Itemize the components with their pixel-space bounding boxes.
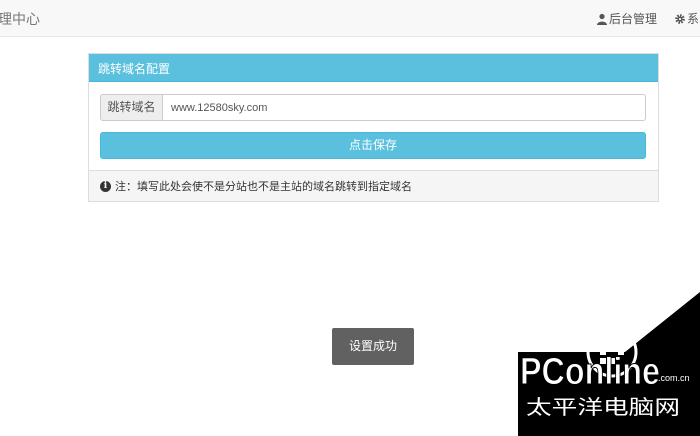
gear-icon — [675, 13, 685, 24]
watermark-chinese-text: 太平洋电脑网 — [526, 395, 680, 419]
footer-note: 注：填写此处会使不是分站也不是主站的域名跳转到指定域名 — [115, 180, 412, 193]
nav-admin-link[interactable]: 后台管理 — [596, 10, 657, 27]
watermark-logo-text: PConline — [520, 351, 660, 393]
nav-system-label: 系 — [687, 12, 700, 26]
user-icon — [597, 13, 607, 25]
panel-footer: i 注：填写此处会使不是分站也不是主站的域名跳转到指定域名 — [89, 170, 658, 201]
watermark-logo-icon — [586, 326, 638, 378]
brand-title[interactable]: 理中心 — [0, 9, 40, 29]
domain-input-group: 跳转域名 — [100, 94, 646, 121]
nav-admin-label: 后台管理 — [609, 12, 658, 26]
page-root: 理中心 后台管理 系 跳转域名配置 跳转域名 点击保存 — [0, 0, 700, 436]
save-button[interactable]: 点击保存 — [100, 132, 646, 159]
success-toast: 设置成功 — [332, 328, 414, 365]
redirect-domain-panel: 跳转域名配置 跳转域名 点击保存 i 注：填写此处会使不是分站也不是主站的域名跳… — [88, 53, 659, 202]
watermark-black-corner — [520, 292, 700, 436]
panel-body: 跳转域名 点击保存 — [89, 82, 658, 170]
info-icon: i — [100, 180, 111, 192]
watermark-black-block — [518, 352, 700, 436]
redirect-domain-input[interactable] — [163, 94, 646, 121]
watermark-domain-text: .com.cn — [658, 373, 690, 383]
domain-field-label: 跳转域名 — [100, 94, 163, 121]
panel-heading: 跳转域名配置 — [89, 54, 658, 82]
top-navbar: 理中心 后台管理 系 — [0, 0, 700, 37]
nav-system-link[interactable]: 系 — [674, 10, 699, 27]
